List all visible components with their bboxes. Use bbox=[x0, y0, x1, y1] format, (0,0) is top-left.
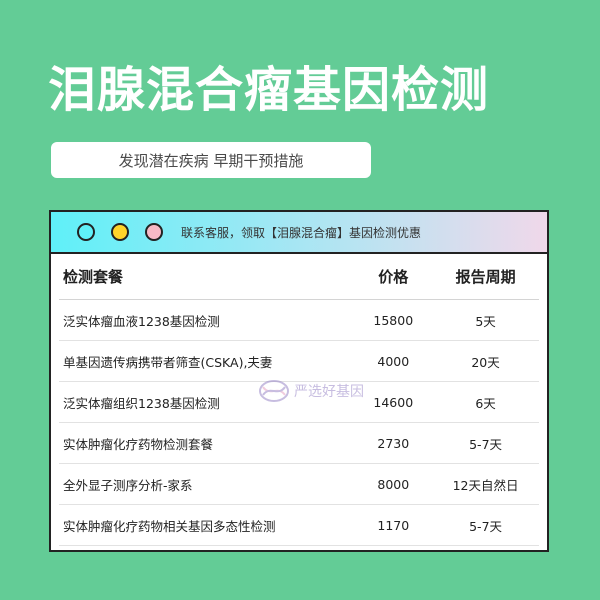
package-price: 15800 bbox=[373, 312, 414, 328]
header-package: 检测套餐 bbox=[63, 268, 124, 286]
package-period: 20天 bbox=[471, 354, 500, 370]
package-name: 实体肿瘤化疗药物检测套餐 bbox=[63, 436, 214, 452]
package-price: 1170 bbox=[377, 517, 410, 533]
package-period: 12天自然日 bbox=[452, 477, 519, 493]
subtitle-text: 发现潜在疾病 早期干预措施 bbox=[118, 151, 304, 170]
package-price: 8000 bbox=[377, 476, 410, 492]
package-period: 5-7天 bbox=[469, 518, 503, 534]
package-period: 6天 bbox=[475, 395, 496, 411]
package-name: 泛实体瘤组织1238基因检测 bbox=[63, 395, 220, 411]
package-name: 实体肿瘤化疗药物相关基因多态性检测 bbox=[63, 518, 276, 534]
table-row[interactable]: 泛实体瘤组织1238基因检测 14600 6天 bbox=[59, 382, 539, 423]
table-row[interactable]: 实体肿瘤化疗药物相关基因多态性检测 1170 5-7天 bbox=[59, 505, 539, 546]
package-table: 检测套餐 价格 报告周期 泛实体瘤血液1238基因检测 15800 5天 单基因… bbox=[51, 254, 547, 546]
page-title: 泪腺混合瘤基因检测 bbox=[48, 62, 490, 118]
package-price: 2730 bbox=[377, 435, 410, 451]
table-row[interactable]: 实体肿瘤化疗药物检测套餐 2730 5-7天 bbox=[59, 423, 539, 464]
table-row[interactable]: 全外显子测序分析-家系 8000 12天自然日 bbox=[59, 464, 539, 505]
table-header-row: 检测套餐 价格 报告周期 bbox=[59, 254, 539, 300]
header-report-period: 报告周期 bbox=[455, 268, 516, 286]
package-name: 泛实体瘤血液1238基因检测 bbox=[63, 313, 220, 329]
pink-dot-icon bbox=[145, 223, 163, 241]
subtitle-badge: 发现潜在疾病 早期干预措施 bbox=[51, 142, 371, 178]
package-name: 全外显子测序分析-家系 bbox=[63, 477, 193, 493]
cyan-dot-icon bbox=[77, 223, 95, 241]
table-row[interactable]: 泛实体瘤血液1238基因检测 15800 5天 bbox=[59, 300, 539, 341]
table-row[interactable]: 单基因遗传病携带者筛查(CSKA),夫妻 4000 20天 bbox=[59, 341, 539, 382]
package-period: 5天 bbox=[475, 313, 496, 329]
package-price: 14600 bbox=[373, 394, 414, 410]
package-price: 4000 bbox=[377, 353, 410, 369]
price-window: 联系客服，领取【泪腺混合瘤】基因检测优惠 检测套餐 价格 报告周期 泛实体瘤血液… bbox=[49, 210, 549, 552]
customer-service-link[interactable]: 联系客服，领取【泪腺混合瘤】基因检测优惠 bbox=[181, 224, 421, 241]
header-price: 价格 bbox=[378, 268, 409, 286]
package-name: 单基因遗传病携带者筛查(CSKA),夫妻 bbox=[63, 354, 273, 370]
window-title-bar: 联系客服，领取【泪腺混合瘤】基因检测优惠 bbox=[51, 212, 547, 254]
package-period: 5-7天 bbox=[469, 436, 503, 452]
yellow-dot-icon bbox=[111, 223, 129, 241]
